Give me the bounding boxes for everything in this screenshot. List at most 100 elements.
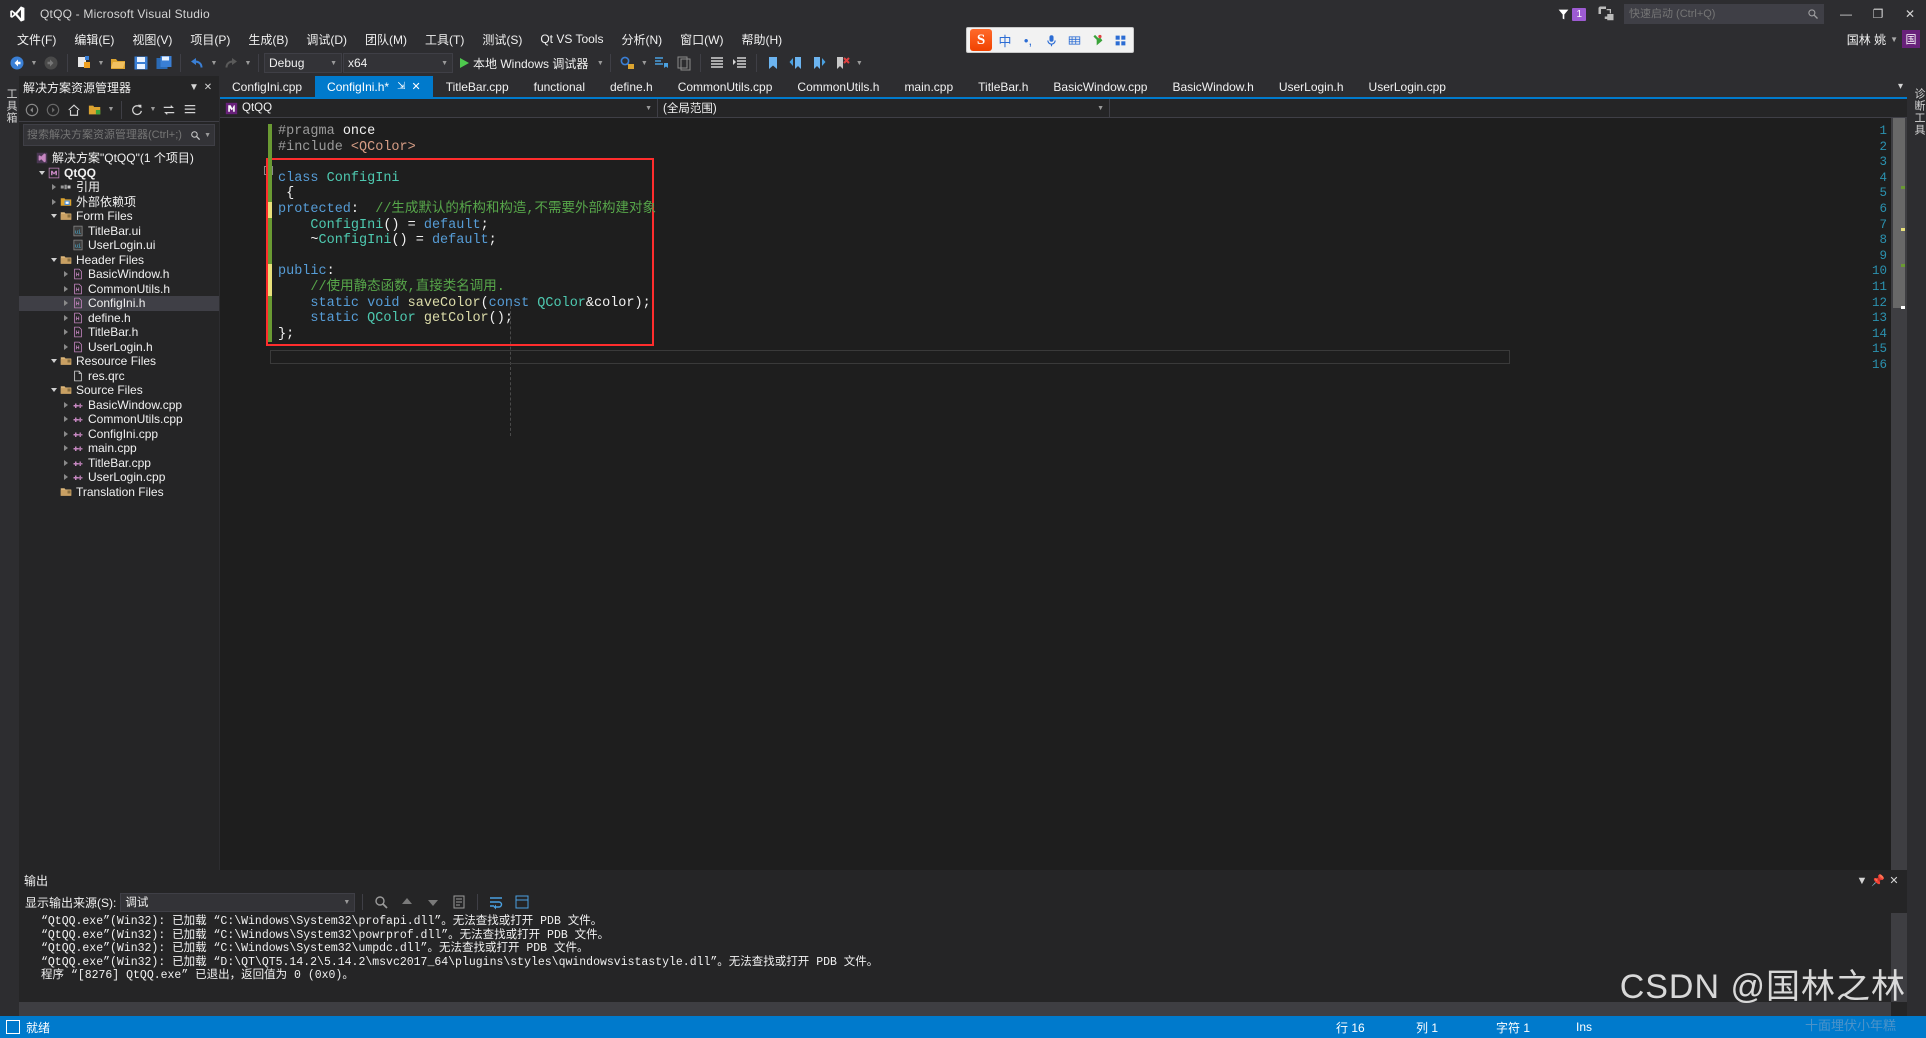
tree-item-res-qrc[interactable]: res.qrc (19, 369, 219, 384)
chevron-right-icon[interactable] (61, 474, 71, 481)
editor-tabstrip[interactable]: ConfigIni.cpp ConfigIni.h* ⇲ ✕ TitleBar.cpp f… (220, 76, 1907, 97)
toolbox-rail[interactable]: 工具箱 (0, 76, 18, 1016)
ime-mode-chinese[interactable]: 中 (995, 30, 1015, 50)
output-settings-icon[interactable] (511, 891, 533, 913)
output-close-icon[interactable]: ✕ (1886, 873, 1902, 889)
menu-window[interactable]: 窗口(W) (671, 29, 732, 50)
find-in-files-icon[interactable] (616, 52, 638, 74)
editor-tab-maincpp[interactable]: main.cpp (892, 76, 967, 97)
ime-logo-icon[interactable]: S (970, 29, 992, 51)
menu-tools[interactable]: 工具(T) (416, 29, 473, 50)
code-line[interactable]: ~ConfigIni() = default; (278, 233, 496, 249)
chevron-right-icon[interactable] (61, 314, 71, 321)
menu-view[interactable]: 视图(V) (123, 29, 181, 50)
quick-launch-input[interactable] (1629, 8, 1807, 20)
code-line[interactable]: class ConfigIni (278, 171, 400, 187)
new-item-icon[interactable] (73, 52, 95, 74)
feedback-icon[interactable] (1596, 4, 1616, 24)
output-source-combo[interactable]: 调试 ▼ (120, 892, 356, 912)
search-options-chevron-icon[interactable]: ▼ (204, 132, 211, 139)
chevron-right-icon[interactable] (61, 285, 71, 292)
undo-dropdown[interactable]: ▼ (209, 60, 219, 67)
comment-lines-icon[interactable] (650, 52, 672, 74)
output-clear-all-icon[interactable] (448, 891, 470, 913)
panel-close-icon[interactable]: ✕ (201, 80, 215, 94)
diagnostic-tools-rail[interactable]: 诊断工具 (1908, 76, 1926, 1016)
chevron-down-icon[interactable] (49, 388, 59, 393)
menu-qt-vs-tools[interactable]: Qt VS Tools (531, 30, 612, 48)
editor-tab-basicwindowcpp[interactable]: BasicWindow.cpp (1041, 76, 1161, 97)
previous-bookmark-icon[interactable] (785, 52, 807, 74)
tree-item-qtqq-1[interactable]: 解决方案"QtQQ"(1 个项目) (19, 151, 219, 166)
chevron-down-icon[interactable] (49, 359, 59, 364)
editor-tab-titlebarcpp[interactable]: TitleBar.cpp (434, 76, 522, 97)
tree-item-commonutils-cpp[interactable]: CommonUtils.cpp (19, 412, 219, 427)
se-refresh-dropdown[interactable]: ▼ (148, 106, 158, 113)
ime-microphone-icon[interactable] (1041, 30, 1061, 50)
tree-item-qtqq[interactable]: QtQQ (19, 166, 219, 181)
solution-platform-combo[interactable]: x64 ▼ (343, 53, 453, 73)
menu-project[interactable]: 项目(P) (181, 29, 239, 50)
tree-item-translation-files[interactable]: Translation Files (19, 485, 219, 500)
tree-item-define-h[interactable]: define.h (19, 311, 219, 326)
output-next-message-icon[interactable] (422, 891, 444, 913)
tree-item-source-files[interactable]: Source Files (19, 383, 219, 398)
editor-tab-commonutilsh[interactable]: CommonUtils.h (785, 76, 893, 97)
output-pin-icon[interactable]: 📌 (1870, 873, 1886, 889)
chevron-right-icon[interactable] (61, 416, 71, 423)
tree-item-commonutils-h[interactable]: CommonUtils.h (19, 282, 219, 297)
editor-tab-userloginh[interactable]: UserLogin.h (1267, 76, 1357, 97)
tree-item-configini-cpp[interactable]: ConfigIni.cpp (19, 427, 219, 442)
editor-tab-defineh[interactable]: define.h (598, 76, 666, 97)
pin-tab-icon[interactable]: ⇲ (397, 81, 405, 92)
user-account-area[interactable]: 国林 姚 ▼ 国 (1847, 28, 1920, 50)
save-icon[interactable] (130, 52, 152, 74)
undo-icon[interactable] (186, 52, 208, 74)
chevron-right-icon[interactable] (61, 445, 71, 452)
sogou-ime-toolbar[interactable]: S 中 •, (966, 27, 1134, 53)
code-line[interactable]: static void saveColor(const QColor&color… (278, 296, 650, 312)
code-surface[interactable]: − 1#pragma once2#include <QColor>34class… (220, 118, 1891, 982)
tree-item-[interactable]: 外部依赖项 (19, 195, 219, 210)
ime-apps-icon[interactable] (1110, 30, 1130, 50)
code-line[interactable]: #pragma once (278, 124, 375, 140)
ime-punctuation-icon[interactable]: •, (1018, 30, 1038, 50)
output-dropdown-icon[interactable]: ▼ (1854, 873, 1870, 889)
chevron-right-icon[interactable] (61, 401, 71, 408)
code-line[interactable]: }; (278, 327, 294, 343)
code-line[interactable]: protected: //生成默认的析构和构造,不需要外部构建对象 (278, 202, 656, 218)
chevron-down-icon[interactable] (49, 257, 59, 262)
se-refresh-icon[interactable] (127, 100, 147, 120)
chevron-down-icon[interactable]: ▼ (1890, 35, 1898, 44)
chevron-down-icon[interactable] (37, 170, 47, 175)
code-editor[interactable]: − 1#pragma once2#include <QColor>34class… (220, 118, 1907, 998)
editor-vertical-scrollbar[interactable] (1891, 118, 1907, 982)
menu-analyze[interactable]: 分析(N) (612, 29, 671, 50)
toolbar-overflow[interactable]: ▼ (854, 60, 864, 67)
tree-item-userlogin-h[interactable]: UserLogin.h (19, 340, 219, 355)
menu-debug[interactable]: 调试(D) (297, 29, 356, 50)
output-horizontal-scrollbar[interactable] (19, 1002, 1891, 1016)
close-tab-icon[interactable]: ✕ (411, 80, 420, 93)
menu-test[interactable]: 测试(S) (473, 29, 531, 50)
chevron-right-icon[interactable] (61, 271, 71, 278)
output-previous-message-icon[interactable] (396, 891, 418, 913)
navigate-backward-dropdown[interactable]: ▼ (29, 60, 39, 67)
chevron-right-icon[interactable] (61, 329, 71, 336)
tree-item-userlogin-cpp[interactable]: UserLogin.cpp (19, 470, 219, 485)
solution-explorer-search[interactable]: ▼ (23, 124, 215, 146)
editor-tab-functional[interactable]: functional (522, 76, 598, 97)
increase-indent-icon[interactable] (729, 52, 751, 74)
start-debugging-dropdown[interactable]: ▼ (595, 60, 605, 67)
panel-dropdown-icon[interactable]: ▼ (187, 80, 201, 94)
tree-item-configini-h[interactable]: ConfigIni.h (19, 296, 219, 311)
menu-help[interactable]: 帮助(H) (732, 29, 791, 50)
menu-team[interactable]: 团队(M) (356, 29, 416, 50)
chevron-right-icon[interactable] (61, 343, 71, 350)
se-back-icon[interactable] (22, 100, 42, 120)
next-bookmark-icon[interactable] (808, 52, 830, 74)
chevron-down-icon[interactable]: ▾ (1898, 81, 1903, 92)
chevron-down-icon[interactable] (49, 214, 59, 219)
search-icon[interactable] (190, 130, 201, 141)
minimize-button[interactable]: — (1830, 0, 1862, 28)
